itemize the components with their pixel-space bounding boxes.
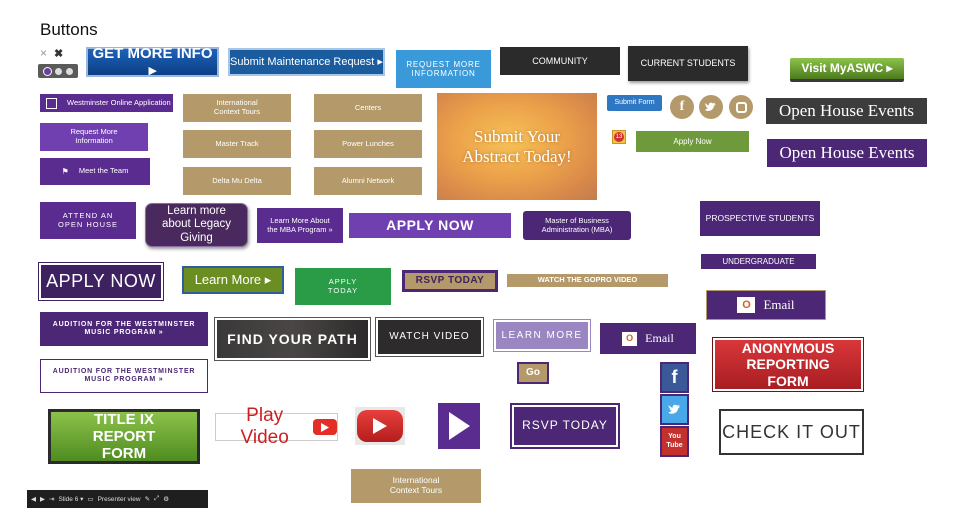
learn-more-olive-button[interactable]: Learn More ▸	[182, 266, 284, 294]
play-video-button[interactable]: Play Video	[215, 405, 338, 448]
prospective-students-button[interactable]: PROSPECTIVE STUDENTS	[700, 201, 820, 236]
power-lunches-button[interactable]: Power Lunches	[314, 130, 422, 158]
menu-arrow-icon[interactable]: ⇥	[49, 495, 54, 503]
abstract-line2: Abstract Today!	[462, 146, 572, 166]
youtube-icon[interactable]: You Tube	[660, 426, 689, 457]
undergraduate-button[interactable]: UNDERGRADUATE	[701, 254, 816, 269]
go-button[interactable]: Go	[517, 362, 549, 384]
watch-gopro-button[interactable]: WATCH THE GOPRO VIDEO	[507, 274, 668, 287]
fullscreen-icon[interactable]: ⤢	[154, 495, 159, 503]
page-title: Buttons	[40, 20, 98, 39]
email-label-2: Email	[645, 330, 674, 345]
intl-context-tours-button[interactable]: International Context Tours	[183, 94, 291, 122]
mba-program-button[interactable]: Learn More About the MBA Program »	[257, 208, 343, 243]
outlook-icon: O	[622, 331, 638, 346]
open-house-events-button-2[interactable]: Open House Events	[767, 139, 927, 167]
legacy-giving-button[interactable]: Learn more about Legacy Giving	[145, 203, 248, 247]
youtube-play-icon	[313, 419, 337, 435]
instagram-circle-icon[interactable]	[729, 95, 753, 119]
camera-icon	[735, 101, 747, 113]
request-more-info-purple-button[interactable]: Request More Information	[40, 123, 148, 151]
open-house-events-button-1[interactable]: Open House Events	[766, 98, 927, 124]
settings-icon[interactable]: ⚙	[163, 495, 169, 503]
abstract-line1: Submit Your	[474, 126, 560, 146]
get-more-info-button[interactable]: GET MORE INFO ▸	[86, 45, 219, 79]
mini-close-icon[interactable]: ×	[40, 46, 47, 60]
email-button-1[interactable]: O Email	[706, 290, 826, 320]
dot-icon	[42, 66, 52, 76]
slide-selector[interactable]: Slide 6 ▾	[58, 495, 83, 503]
monitor-icon: ▭	[87, 496, 94, 503]
westminster-online-label: Westminster Online Application	[67, 97, 171, 107]
flag-icon: ⚑	[61, 166, 69, 176]
slideshow-control-bar: ◀ ▶ ⇥ Slide 6 ▾ ▭ Presenter view ✎ ⤢ ⚙	[27, 490, 208, 508]
audition-white-button[interactable]: AUDITION FOR THE WESTMINSTER MUSIC PROGR…	[40, 359, 208, 393]
twitter-circle-icon[interactable]	[699, 95, 723, 119]
mini-x-icon[interactable]: ✖	[54, 47, 63, 60]
master-business-button[interactable]: Master of Business Administration (MBA)	[523, 211, 631, 240]
youtube-logo-icon	[357, 410, 403, 442]
twitter-bird-icon	[668, 404, 680, 414]
rsvp-today-gold-button[interactable]: RSVP TODAY	[402, 270, 498, 292]
visit-myaswc-button[interactable]: Visit MyASWC ▸	[790, 58, 904, 82]
twitter-bird-icon	[705, 102, 716, 111]
check-it-out-button[interactable]: CHECK IT OUT	[719, 409, 864, 455]
dot-icon	[66, 67, 74, 75]
attend-open-house-button[interactable]: ATTEND AN OPEN HOUSE	[40, 202, 136, 239]
delta-mu-delta-button[interactable]: Delta Mu Delta	[183, 167, 291, 195]
checkbox-icon	[46, 97, 57, 109]
watch-video-button[interactable]: WATCH VIDEO	[375, 317, 484, 357]
apply-now-purple-button[interactable]: APPLY NOW	[349, 213, 511, 238]
twitter-icon[interactable]	[660, 394, 689, 425]
submit-abstract-button[interactable]: Submit Your Abstract Today!	[437, 93, 597, 200]
email-label-1: Email	[763, 296, 795, 312]
master-track-button[interactable]: Master Track	[183, 130, 291, 158]
find-your-path-button[interactable]: FIND YOUR PATH	[214, 317, 371, 361]
intl-context-tours-button-2[interactable]: International Context Tours	[351, 469, 481, 503]
facebook-circle-icon[interactable]: f	[670, 95, 694, 119]
centers-button[interactable]: Centers	[314, 94, 422, 122]
play-video-label: Play Video	[240, 405, 289, 448]
apply-today-button[interactable]: APPLY TODAY	[295, 268, 391, 305]
meet-team-label: Meet the Team	[78, 166, 129, 176]
apply-now-outline-button[interactable]: APPLY NOW	[38, 262, 164, 301]
play-triangle-button[interactable]	[438, 403, 480, 449]
dots-widget[interactable]	[38, 64, 78, 78]
email-button-2[interactable]: O Email	[600, 323, 696, 354]
community-button[interactable]: COMMUNITY	[500, 47, 620, 75]
facebook-icon[interactable]: f	[660, 362, 689, 393]
audition-purple-button[interactable]: AUDITION FOR THE WESTMINSTER MUSIC PROGR…	[40, 312, 208, 346]
badge-count: 13	[614, 132, 624, 142]
request-more-info-blue-button[interactable]: REQUEST MORE INFORMATION	[396, 50, 491, 88]
dot-icon	[55, 67, 63, 75]
play-icon	[449, 412, 470, 440]
outlook-icon: O	[737, 297, 756, 313]
submit-form-button[interactable]: Submit Form	[607, 95, 662, 111]
anonymous-reporting-button[interactable]: ANONYMOUS REPORTING FORM	[712, 337, 864, 392]
learn-more-lavender-button[interactable]: LEARN MORE	[493, 319, 591, 352]
alumni-network-button[interactable]: Alumni Network	[314, 167, 422, 195]
apply-now-green-button[interactable]: Apply Now	[636, 131, 749, 152]
presenter-view-button[interactable]: Presenter view	[98, 496, 141, 503]
submit-maintenance-button[interactable]: Submit Maintenance Request ▸	[228, 48, 385, 76]
current-students-button[interactable]: CURRENT STUDENTS	[628, 46, 748, 81]
previous-icon[interactable]: ◀	[31, 495, 36, 503]
badge-icon: 13	[612, 130, 626, 144]
westminster-online-button[interactable]: Westminster Online Application	[40, 94, 173, 112]
pen-icon[interactable]: ✎	[145, 495, 150, 503]
meet-team-button[interactable]: ⚑ Meet the Team	[40, 158, 150, 185]
title-ix-button[interactable]: TITLE IX REPORT FORM	[48, 409, 200, 464]
rsvp-today-purple-button[interactable]: RSVP TODAY	[510, 403, 620, 449]
next-icon[interactable]: ▶	[40, 495, 45, 503]
youtube-play-button[interactable]	[355, 407, 405, 445]
